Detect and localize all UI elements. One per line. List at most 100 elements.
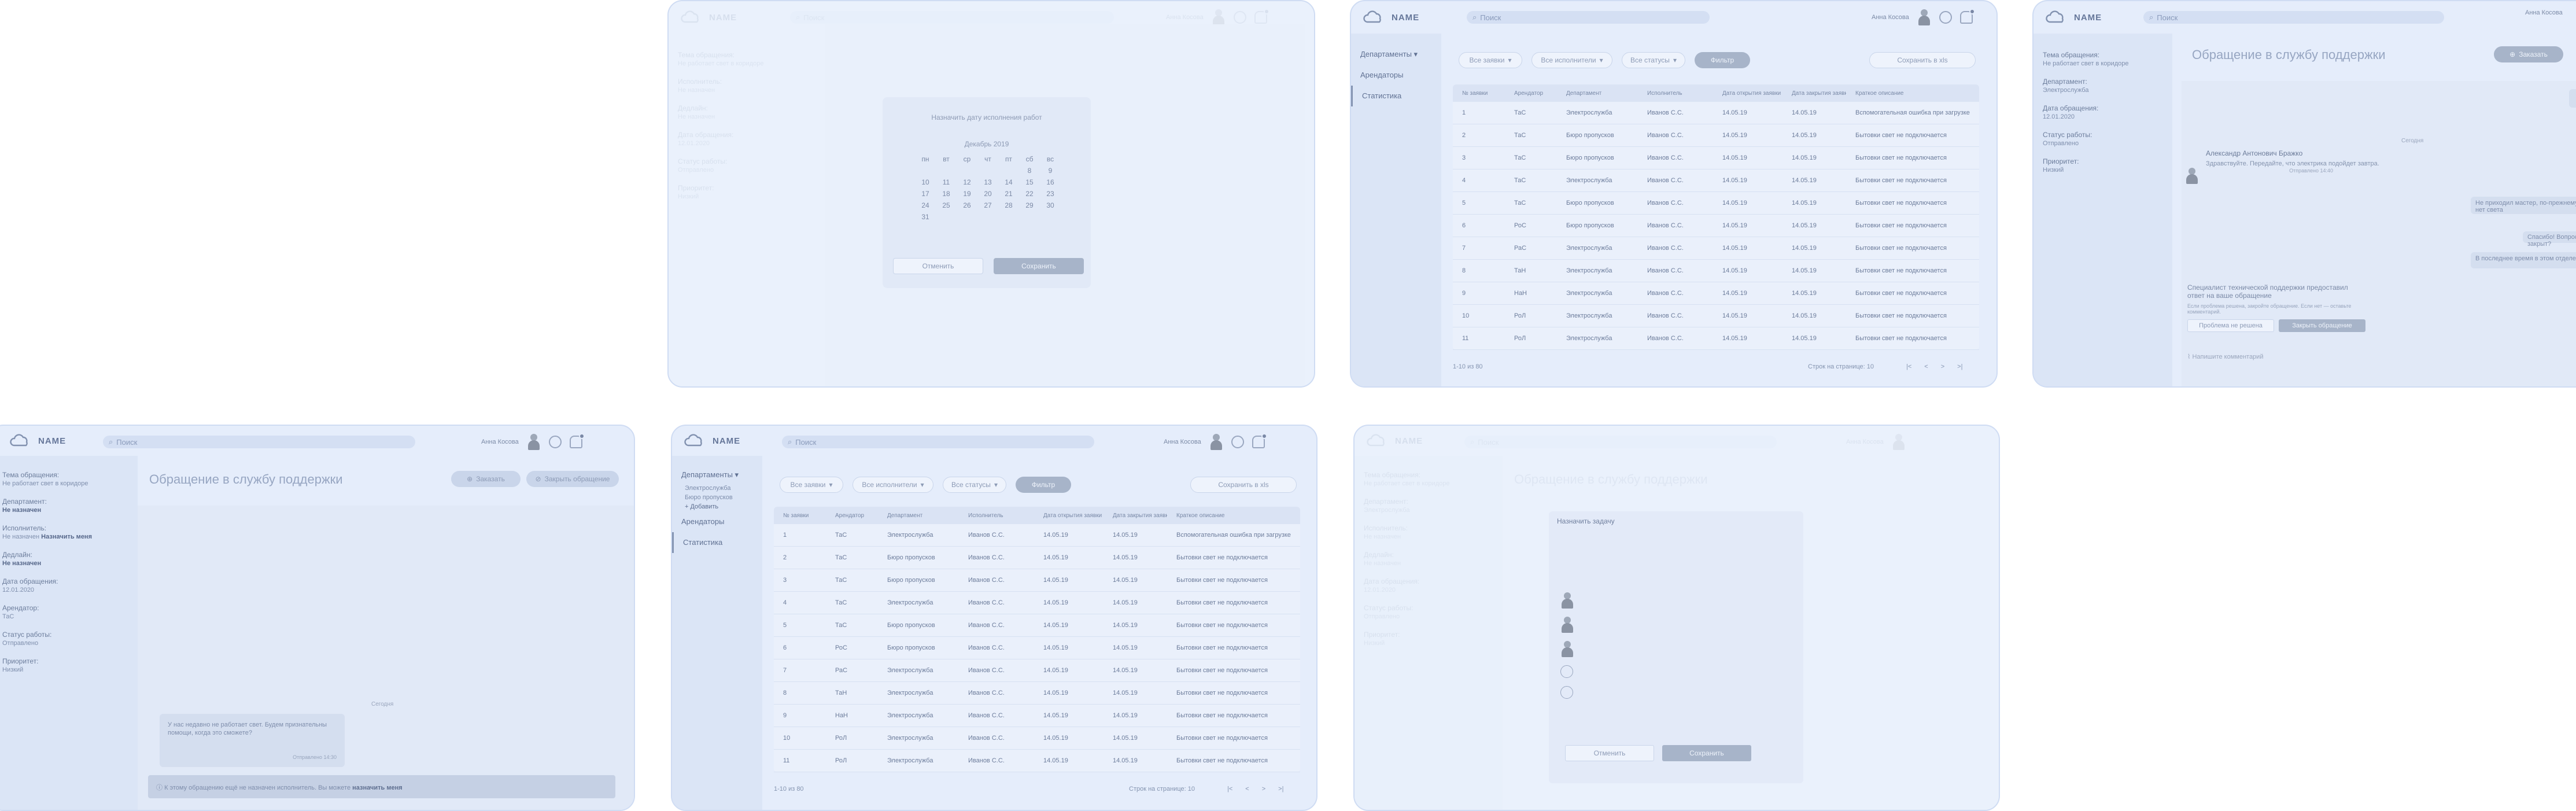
column-header[interactable]: Департамент [1557, 90, 1638, 97]
table-row[interactable]: 2 ТаС Бюро пропусков Иванов С.С. 14.05.19 14.… [774, 547, 1300, 569]
calendar-day[interactable]: 24 [915, 201, 936, 209]
gear-icon[interactable] [548, 436, 562, 448]
export-xls-button[interactable]: Сохранить в xls [1190, 477, 1297, 493]
column-header[interactable]: Краткое описание [1846, 90, 1979, 97]
calendar-day[interactable]: 18 [936, 190, 957, 198]
table-row[interactable]: 2 ТаС Бюро пропусков Иванов С.С. 14.05.19 14.… [1453, 124, 1979, 147]
column-header[interactable]: Дата открытия заявки [1713, 90, 1782, 97]
export-xls-button[interactable]: Сохранить в xls [1869, 52, 1976, 68]
sidebar-subitem-passes[interactable]: Бюро пропусков [672, 493, 762, 502]
rows-per-page[interactable]: Строк на странице: 10 [1129, 786, 1195, 792]
assign-cancel-button[interactable]: Отменить [1565, 745, 1654, 761]
table-row[interactable]: 5 ТаС Бюро пропусков Иванов С.С. 14.05.19 14.… [774, 614, 1300, 637]
calendar-day[interactable]: 23 [1040, 190, 1061, 198]
calendar-day[interactable]: 19 [957, 190, 977, 198]
filter-all-statuses[interactable]: Все статусы ▾ [943, 477, 1006, 493]
column-header[interactable]: № заявки [774, 513, 826, 519]
avatar[interactable] [527, 434, 541, 450]
column-header[interactable]: Дата открытия заявки [1034, 513, 1104, 519]
close-request-button[interactable]: ⊘ Закрыть обращение [526, 471, 619, 487]
column-header[interactable]: Исполнитель [959, 513, 1034, 519]
column-header[interactable]: Дата закрытия заявки [1104, 513, 1167, 519]
executor-empty-2[interactable] [1560, 686, 1573, 699]
filter-all-executors[interactable]: Все исполнители ▾ [852, 477, 933, 493]
pager-button[interactable]: |< [1906, 363, 1911, 370]
sidebar-item-tenants[interactable]: Арендаторы [672, 511, 762, 532]
comment-input[interactable]: ⌇ Напишите комментарий [2187, 353, 2263, 360]
calendar-day[interactable]: 11 [936, 178, 957, 186]
take-button[interactable]: ⊕ Заказать [2494, 46, 2563, 62]
column-header[interactable]: Арендатор [1505, 90, 1557, 97]
pager-button[interactable]: > [1941, 363, 1944, 370]
pager-button[interactable]: < [1924, 363, 1928, 370]
sidebar-item-statistics[interactable]: Статистика [1351, 86, 1441, 106]
calendar-cancel-button[interactable]: Отменить [893, 258, 983, 274]
search-input[interactable]: ⌕Поиск [1467, 11, 1710, 24]
filter-all-executors[interactable]: Все исполнители ▾ [1531, 52, 1612, 68]
pager-button[interactable]: < [1245, 786, 1249, 792]
calendar-day[interactable]: 8 [1019, 167, 1040, 175]
calendar-day[interactable]: 21 [998, 190, 1019, 198]
table-row[interactable]: 11 РоЛ Электрослужба Иванов С.С. 14.05.19 14.… [1453, 327, 1979, 350]
sidebar-item-departments[interactable]: Департаменты ▾ [1351, 44, 1441, 65]
search-input[interactable]: ⌕Поиск [2143, 11, 2444, 24]
filter-apply-button[interactable]: Фильтр [1016, 477, 1071, 493]
calendar-day[interactable]: 15 [1019, 178, 1040, 186]
table-row[interactable]: 3 ТаС Бюро пропусков Иванов С.С. 14.05.19 14.… [774, 569, 1300, 592]
table-row[interactable]: 3 ТаС Бюро пропусков Иванов С.С. 14.05.19 14.… [1453, 147, 1979, 169]
bell-icon[interactable] [1252, 433, 1267, 448]
table-row[interactable]: 9 НаН Электрослужба Иванов С.С. 14.05.19 14.0… [1453, 282, 1979, 305]
pager-button[interactable]: >| [1278, 786, 1283, 792]
table-row[interactable]: 1 ТаС Электрослужба Иванов С.С. 14.05.19 14.0… [774, 524, 1300, 547]
column-header[interactable]: Дата закрытия заявки [1782, 90, 1846, 97]
calendar-day[interactable]: 14 [998, 178, 1019, 186]
calendar-day[interactable]: 22 [1019, 190, 1040, 198]
table-row[interactable]: 6 РоС Бюро пропусков Иванов С.С. 14.05.19 14.… [1453, 215, 1979, 237]
not-solved-button[interactable]: Проблема не решена [2187, 319, 2274, 332]
assign-save-button[interactable]: Сохранить [1662, 745, 1751, 761]
calendar-day[interactable]: 26 [957, 201, 977, 209]
column-header[interactable]: Исполнитель [1638, 90, 1713, 97]
add-department-link[interactable]: + Добавить [672, 502, 762, 511]
table-row[interactable]: 7 РаС Электрослужба Иванов С.С. 14.05.19 14.0… [774, 659, 1300, 682]
calendar-day[interactable]: 17 [915, 190, 936, 198]
calendar-day[interactable]: 25 [936, 201, 957, 209]
calendar-day[interactable]: 31 [915, 213, 936, 221]
table-row[interactable]: 1 ТаС Электрослужба Иванов С.С. 14.05.19 14.0… [1453, 102, 1979, 124]
calendar-day[interactable]: 10 [915, 178, 936, 186]
sidebar-item-statistics[interactable]: Статистика [672, 532, 762, 553]
sidebar-item-tenants[interactable]: Арендаторы [1351, 65, 1441, 86]
column-header[interactable]: № заявки [1453, 90, 1505, 97]
assign-me-banner-link[interactable]: назначить меня [352, 784, 403, 791]
pager-button[interactable]: |< [1227, 786, 1232, 792]
calendar-day[interactable]: 29 [1019, 201, 1040, 209]
table-row[interactable]: 8 ТаН Электрослужба Иванов С.С. 14.05.19 14.0… [774, 682, 1300, 705]
table-row[interactable]: 4 ТаС Электрослужба Иванов С.С. 14.05.19 14.0… [774, 592, 1300, 614]
table-row[interactable]: 11 РоЛ Электрослужба Иванов С.С. 14.05.19 14.… [774, 750, 1300, 772]
sidebar-subitem-electric[interactable]: Электрослужба [672, 484, 762, 493]
bell-icon[interactable] [569, 433, 585, 448]
filter-all-requests[interactable]: Все заявки ▾ [780, 477, 843, 493]
calendar-day[interactable]: 16 [1040, 178, 1061, 186]
assign-me-link[interactable]: Назначить меня [41, 533, 92, 540]
calendar-day[interactable]: 30 [1040, 201, 1061, 209]
table-row[interactable]: 4 ТаС Электрослужба Иванов С.С. 14.05.19 14.0… [1453, 169, 1979, 192]
gear-icon[interactable] [1231, 436, 1244, 448]
calendar-day[interactable]: 9 [1040, 167, 1061, 175]
search-input[interactable]: ⌕Поиск [782, 436, 1094, 448]
filter-all-statuses[interactable]: Все статусы ▾ [1622, 52, 1685, 68]
column-header[interactable]: Арендатор [826, 513, 878, 519]
executor-empty-1[interactable] [1560, 665, 1573, 678]
calendar-day[interactable]: 20 [977, 190, 998, 198]
avatar[interactable] [1209, 434, 1223, 450]
column-header[interactable]: Департамент [878, 513, 959, 519]
executor-avatar-2[interactable] [1560, 617, 1574, 633]
take-button[interactable]: ⊕ Заказать [451, 471, 521, 487]
pager-button[interactable]: > [1262, 786, 1265, 792]
rows-per-page[interactable]: Строк на странице: 10 [1808, 363, 1874, 370]
sidebar-item-departments[interactable]: Департаменты ▾ [672, 466, 762, 484]
pager-button[interactable]: >| [1957, 363, 1962, 370]
filter-all-requests[interactable]: Все заявки ▾ [1459, 52, 1522, 68]
gear-icon[interactable] [1939, 11, 1952, 24]
table-row[interactable]: 9 НаН Электрослужба Иванов С.С. 14.05.19 14.0… [774, 705, 1300, 727]
